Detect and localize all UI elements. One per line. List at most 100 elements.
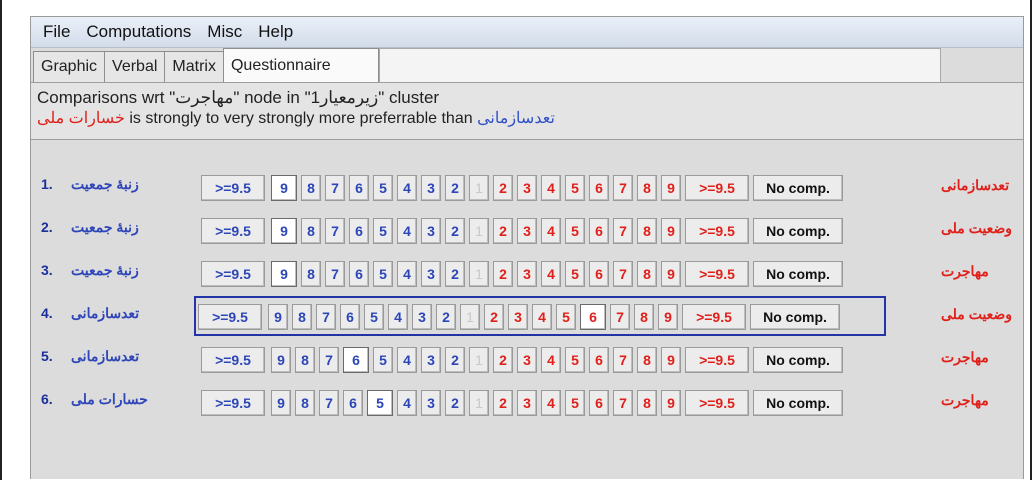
scale-button[interactable]: >=9.5 [685,390,749,416]
scale-button[interactable]: 6 [343,347,369,373]
scale-button[interactable]: >=9.5 [198,304,262,330]
scale-button[interactable]: 7 [316,304,336,330]
scale-button[interactable]: >=9.5 [201,218,265,244]
scale-button[interactable]: 2 [445,175,465,201]
menu-file[interactable]: File [35,22,78,42]
scale-button[interactable]: 9 [271,218,297,244]
scale-button[interactable]: >=9.5 [201,261,265,287]
scale-button[interactable]: 7 [613,175,633,201]
scale-button[interactable]: 7 [319,347,339,373]
scale-button[interactable]: >=9.5 [685,347,749,373]
scale-button[interactable]: 2 [493,175,513,201]
scale-button[interactable]: 5 [565,261,585,287]
scale-button[interactable]: 4 [541,347,561,373]
scale-button[interactable]: 5 [373,261,393,287]
scale-button[interactable]: 9 [661,347,681,373]
scale-button[interactable]: 4 [532,304,552,330]
scale-button[interactable]: 4 [397,390,417,416]
scale-button[interactable]: 8 [295,390,315,416]
scale-button[interactable]: 5 [373,347,393,373]
scale-button[interactable]: 2 [445,218,465,244]
no-comp-button[interactable]: No comp. [753,218,843,244]
scale-button[interactable]: 8 [301,218,321,244]
scale-button[interactable]: 6 [349,175,369,201]
scale-button[interactable]: 8 [637,175,657,201]
scale-button[interactable]: 6 [589,347,609,373]
scale-button[interactable]: 4 [541,218,561,244]
scale-button[interactable]: 8 [637,218,657,244]
scale-button[interactable]: 9 [271,347,291,373]
scale-button[interactable]: 8 [634,304,654,330]
scale-button[interactable]: 1 [469,390,489,416]
scale-button[interactable]: >=9.5 [201,390,265,416]
scale-button[interactable]: 6 [589,390,609,416]
scale-button[interactable]: 7 [325,218,345,244]
scale-button[interactable]: 4 [397,261,417,287]
scale-button[interactable]: 8 [295,347,315,373]
scale-button[interactable]: 3 [421,390,441,416]
no-comp-button[interactable]: No comp. [753,175,843,201]
scale-button[interactable]: 1 [469,347,489,373]
scale-button[interactable]: 6 [589,175,609,201]
scale-button[interactable]: >=9.5 [201,347,265,373]
scale-button[interactable]: 8 [637,261,657,287]
scale-button[interactable]: 6 [340,304,360,330]
scale-button[interactable]: 2 [484,304,504,330]
scale-button[interactable]: 3 [517,390,537,416]
scale-button[interactable]: >=9.5 [685,261,749,287]
no-comp-button[interactable]: No comp. [753,347,843,373]
scale-button[interactable]: 3 [421,218,441,244]
scale-button[interactable]: 7 [319,390,339,416]
scale-button[interactable]: 3 [421,261,441,287]
scale-button[interactable]: 7 [613,261,633,287]
scale-button[interactable]: 9 [271,175,297,201]
scale-button[interactable]: 9 [661,175,681,201]
no-comp-button[interactable]: No comp. [753,390,843,416]
scale-button[interactable]: 3 [517,261,537,287]
scale-button[interactable]: 6 [349,218,369,244]
menu-help[interactable]: Help [250,22,301,42]
menu-misc[interactable]: Misc [199,22,250,42]
scale-button[interactable]: 5 [565,347,585,373]
scale-button[interactable]: 5 [565,175,585,201]
scale-button[interactable]: 5 [364,304,384,330]
scale-button[interactable]: 3 [421,347,441,373]
no-comp-button[interactable]: No comp. [753,261,843,287]
scale-button[interactable]: 7 [613,390,633,416]
scale-button[interactable]: 3 [517,347,537,373]
scale-button[interactable]: 6 [589,218,609,244]
scale-button[interactable]: 9 [661,261,681,287]
scale-button[interactable]: 5 [373,218,393,244]
scale-button[interactable]: 2 [493,261,513,287]
scale-button[interactable]: >=9.5 [201,175,265,201]
tab-questionnaire[interactable]: Questionnaire [222,48,379,82]
scale-button[interactable]: 8 [301,175,321,201]
scale-button[interactable]: 2 [493,347,513,373]
scale-button[interactable]: 9 [661,218,681,244]
scale-button[interactable]: >=9.5 [682,304,746,330]
scale-button[interactable]: 2 [445,347,465,373]
scale-button[interactable]: 8 [292,304,312,330]
scale-button[interactable]: 3 [508,304,528,330]
scale-button[interactable]: 9 [658,304,678,330]
scale-button[interactable]: 6 [589,261,609,287]
scale-button[interactable]: 9 [271,390,291,416]
scale-button[interactable]: 9 [271,261,297,287]
tab-graphic[interactable]: Graphic [33,51,106,82]
scale-button[interactable]: 3 [412,304,432,330]
scale-button[interactable]: 8 [637,390,657,416]
tab-verbal[interactable]: Verbal [104,51,166,82]
tab-matrix[interactable]: Matrix [164,51,224,82]
scale-button[interactable]: 4 [541,175,561,201]
scale-button[interactable]: 2 [445,261,465,287]
scale-button[interactable]: 7 [613,347,633,373]
scale-button[interactable]: 9 [268,304,288,330]
scale-button[interactable]: 2 [436,304,456,330]
scale-button[interactable]: 6 [580,304,606,330]
scale-button[interactable]: 1 [469,175,489,201]
scale-button[interactable]: 5 [373,175,393,201]
scale-button[interactable]: 6 [343,390,363,416]
scale-button[interactable]: 3 [517,175,537,201]
scale-button[interactable]: 3 [421,175,441,201]
scale-button[interactable]: 1 [469,218,489,244]
